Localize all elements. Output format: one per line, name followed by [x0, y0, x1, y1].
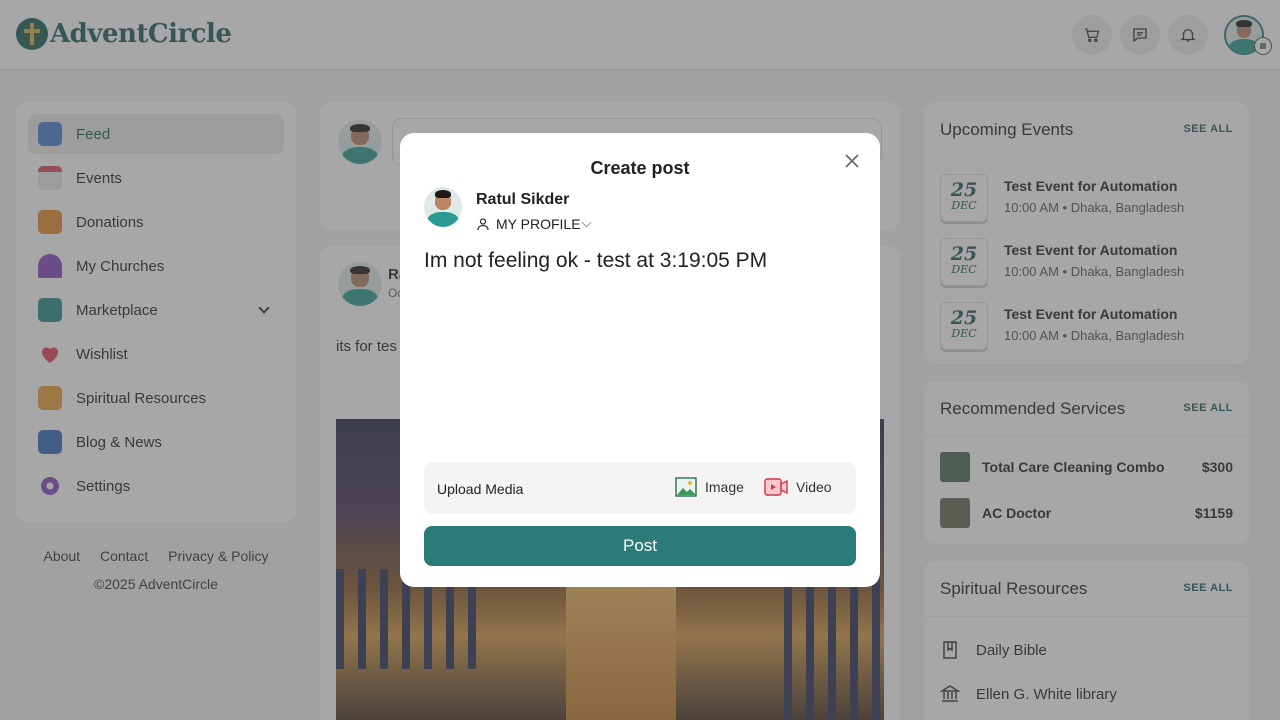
video-icon	[764, 478, 788, 496]
upload-media-bar: Upload Media Image Video	[424, 462, 856, 514]
audience-label: MY PROFILE	[496, 216, 581, 232]
image-icon	[675, 477, 697, 497]
chevron-down-icon	[581, 217, 591, 227]
user-icon	[477, 218, 489, 231]
close-icon	[845, 154, 859, 168]
add-image-button[interactable]: Image	[675, 475, 744, 499]
close-button[interactable]	[842, 151, 862, 171]
post-button[interactable]: Post	[424, 526, 856, 566]
video-label: Video	[796, 479, 832, 495]
user-name: Ratul Sikder	[476, 191, 570, 208]
image-label: Image	[705, 479, 744, 495]
upload-media-label: Upload Media	[437, 481, 524, 497]
add-video-button[interactable]: Video	[764, 475, 832, 499]
modal-title: Create post	[590, 158, 690, 178]
create-post-modal: Create post Ratul Sikder MY PROFILE Im n…	[400, 133, 880, 587]
avatar	[424, 187, 462, 227]
post-text-input[interactable]: Im not feeling ok - test at 3:19:05 PM	[424, 249, 856, 449]
audience-selector[interactable]: MY PROFILE	[476, 215, 591, 233]
